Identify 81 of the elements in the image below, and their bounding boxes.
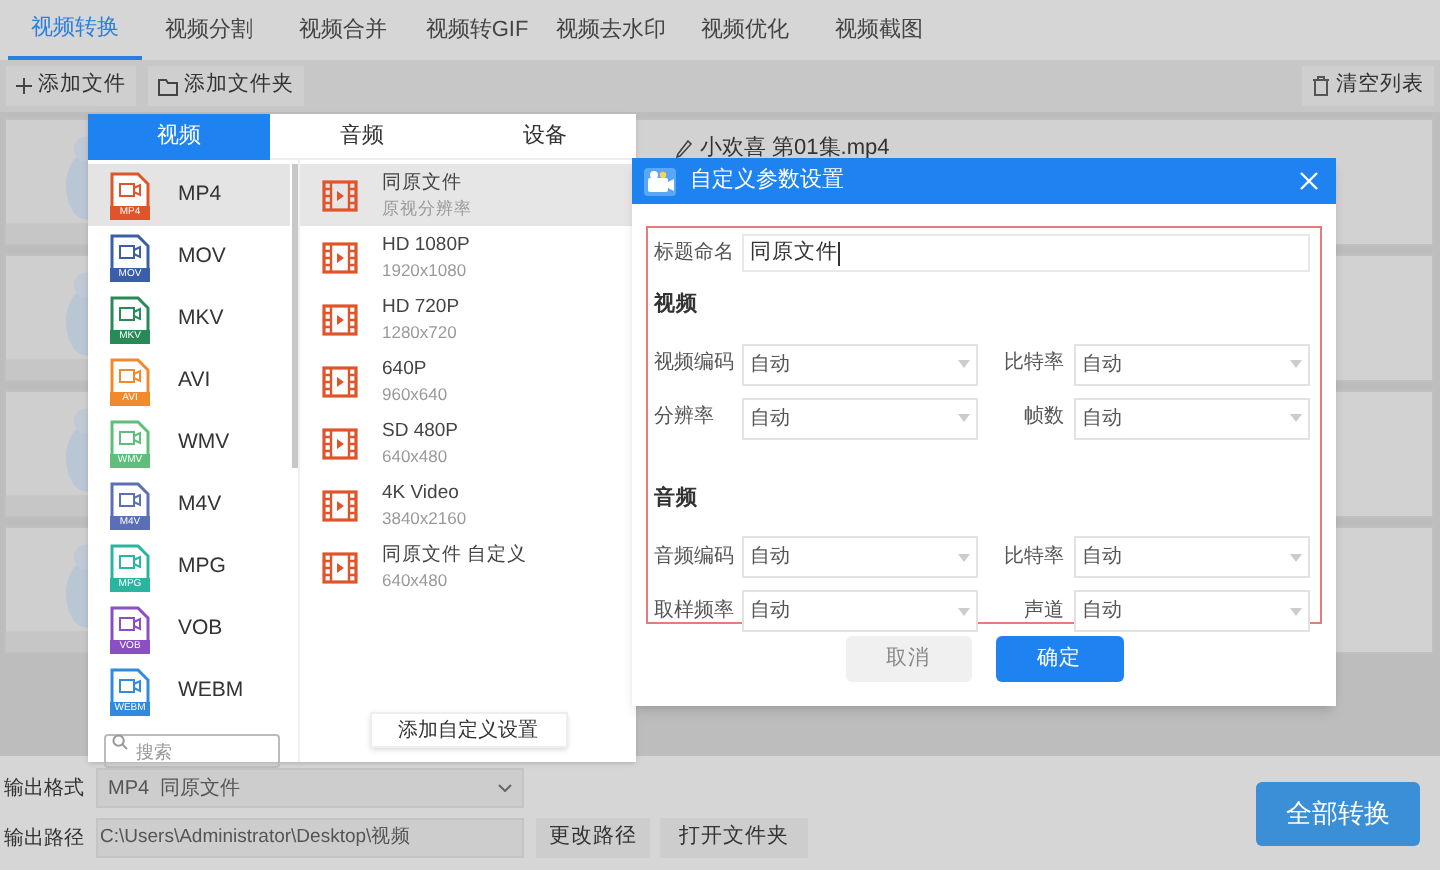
output-format-dropdown[interactable]: MP4 同原文件 bbox=[96, 768, 524, 808]
search-field[interactable]: 搜索 bbox=[104, 734, 280, 768]
dropdown[interactable]: 自动 bbox=[742, 397, 978, 439]
dropdown[interactable]: 自动 bbox=[742, 590, 978, 632]
dropdown[interactable]: 自动 bbox=[1074, 590, 1310, 632]
video-heading: 视频 bbox=[654, 294, 698, 315]
field-label: 取样频率 bbox=[654, 601, 736, 621]
field-label: 标题命名 bbox=[654, 239, 736, 268]
preset-title: 640P bbox=[382, 357, 429, 381]
chevron-icon bbox=[498, 784, 512, 792]
preset-title: HD 720P bbox=[382, 295, 460, 319]
tab[interactable]: 视频截图 bbox=[812, 0, 946, 60]
preset-item[interactable]: 4K Video 3840x2160 bbox=[300, 474, 636, 536]
preset-item[interactable]: HD 1080P 1920x1080 bbox=[300, 226, 636, 288]
preset-resolution: 原视分辨率 bbox=[382, 195, 472, 219]
preset-item[interactable]: HD 720P 1280x720 bbox=[300, 288, 636, 350]
change-path-button[interactable]: 更改路径 bbox=[536, 818, 650, 858]
preset-title: 同原文件 自定义 bbox=[382, 543, 528, 567]
scrollbar[interactable] bbox=[292, 164, 298, 468]
format-tab[interactable]: 设备 bbox=[453, 114, 636, 160]
preset-title: HD 1080P bbox=[382, 233, 470, 257]
plus-icon bbox=[16, 78, 32, 94]
title-field[interactable]: 同原文件 bbox=[742, 234, 1310, 272]
close-button[interactable] bbox=[1296, 169, 1320, 193]
preset-resolution: 3840x2160 bbox=[382, 505, 467, 529]
film-icon bbox=[322, 551, 358, 583]
tab[interactable]: 视频优化 bbox=[678, 0, 812, 60]
folder-icon bbox=[158, 77, 178, 95]
add-file-button[interactable]: 添加文件 bbox=[6, 66, 136, 106]
field-label: 比特率 bbox=[1002, 354, 1066, 374]
add-custom-button[interactable]: 添加自定义设置 bbox=[369, 712, 567, 748]
tab[interactable]: 视频分割 bbox=[142, 0, 276, 60]
audio-heading: 音频 bbox=[654, 487, 698, 508]
dropdown[interactable]: 自动 bbox=[742, 536, 978, 578]
pencil-icon bbox=[676, 139, 692, 158]
film-icon bbox=[322, 241, 358, 273]
tab[interactable]: 视频去水印 bbox=[544, 0, 678, 60]
field-label: 分辨率 bbox=[654, 408, 716, 428]
format-tab[interactable]: 音频 bbox=[270, 114, 454, 160]
close-icon bbox=[1299, 172, 1317, 190]
preset-item[interactable]: 同原文件 原视分辨率 bbox=[300, 164, 636, 226]
output-path-label: 输出路径 bbox=[4, 825, 86, 853]
dropdown[interactable]: 自动 bbox=[1074, 397, 1310, 439]
film-icon bbox=[322, 489, 358, 521]
preset-title: 4K Video bbox=[382, 481, 461, 505]
preset-item[interactable]: SD 480P 640x480 bbox=[300, 412, 636, 474]
output-path-field[interactable]: C:\Users\Administrator\Desktop\视频 bbox=[96, 818, 524, 858]
tab[interactable]: 视频合并 bbox=[276, 0, 410, 60]
clear-list-button[interactable]: 清空列表 bbox=[1302, 66, 1434, 106]
film-icon bbox=[322, 427, 358, 459]
dialog-title: 自定义参数设置 bbox=[690, 165, 844, 197]
trash-icon bbox=[1312, 76, 1330, 96]
film-icon bbox=[322, 179, 358, 211]
preset-resolution: 640x480 bbox=[382, 567, 450, 591]
preset-resolution: 1920x1080 bbox=[382, 257, 469, 281]
tab[interactable]: 视频转GIF bbox=[410, 0, 544, 60]
add-folder-button[interactable]: 添加文件夹 bbox=[148, 66, 304, 106]
film-icon bbox=[322, 365, 358, 397]
dropdown[interactable]: 自动 bbox=[1074, 536, 1310, 578]
output-format-label: 输出格式 bbox=[4, 775, 86, 803]
preset-title: 同原文件 bbox=[382, 171, 464, 195]
field-label: 音频编码 bbox=[654, 547, 736, 567]
search-icon bbox=[112, 733, 128, 749]
field-label: 帧数 bbox=[1022, 408, 1066, 428]
preset-resolution: 960x640 bbox=[382, 381, 448, 405]
dropdown[interactable]: 自动 bbox=[1074, 343, 1310, 385]
field-label: 视频编码 bbox=[654, 354, 736, 374]
preset-item[interactable]: 640P 960x640 bbox=[300, 350, 636, 412]
file-name: 小欢喜 第01集.mp4 bbox=[700, 134, 890, 164]
camera-icon bbox=[644, 167, 676, 195]
format-tab[interactable]: 视频 bbox=[88, 114, 271, 160]
field-label: 比特率 bbox=[1002, 547, 1066, 567]
film-icon bbox=[322, 303, 358, 335]
preset-title: SD 480P bbox=[382, 419, 459, 443]
preset-resolution: 1280x720 bbox=[382, 319, 459, 343]
preset-resolution: 640x480 bbox=[382, 443, 450, 467]
confirm-button[interactable]: 确定 bbox=[995, 636, 1123, 682]
dropdown[interactable]: 自动 bbox=[742, 343, 978, 385]
preset-item[interactable]: 同原文件 自定义 640x480 bbox=[300, 536, 636, 598]
open-folder-button[interactable]: 打开文件夹 bbox=[660, 818, 808, 858]
field-label: 声道 bbox=[1022, 601, 1066, 621]
